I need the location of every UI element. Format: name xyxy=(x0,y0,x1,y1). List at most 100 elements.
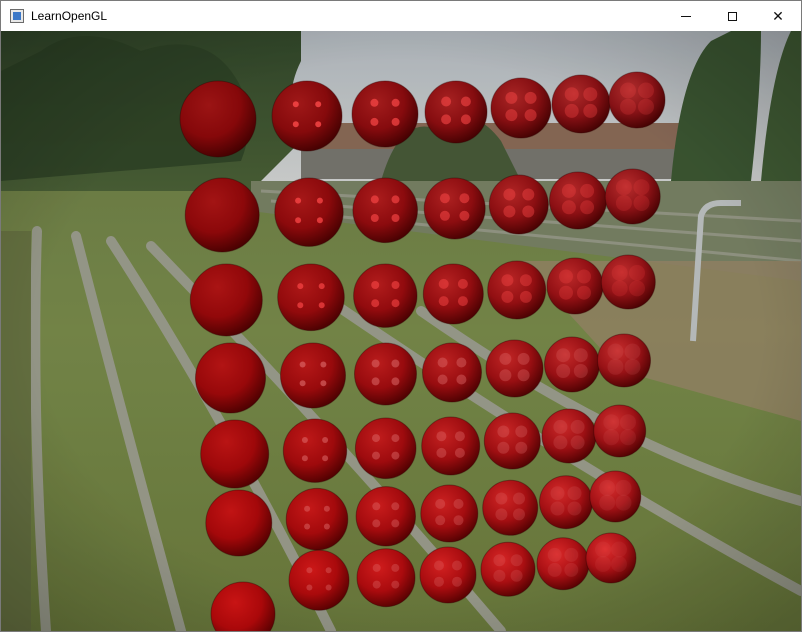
specular-highlight xyxy=(436,431,447,442)
specular-highlight xyxy=(391,377,400,386)
pbr-sphere xyxy=(288,549,350,611)
specular-highlight xyxy=(615,479,632,496)
pbr-sphere xyxy=(490,77,552,139)
specular-highlight xyxy=(301,455,308,462)
specular-highlight xyxy=(505,109,518,122)
pbr-sphere xyxy=(424,80,488,144)
specular-highlight xyxy=(564,87,579,102)
specular-highlight xyxy=(453,515,464,526)
specular-highlight xyxy=(611,280,628,297)
specular-highlight xyxy=(460,96,471,107)
pbr-sphere xyxy=(604,168,661,225)
specular-highlight xyxy=(315,101,322,108)
pbr-sphere xyxy=(423,177,486,240)
specular-highlight xyxy=(564,103,579,118)
specular-highlight xyxy=(391,434,400,443)
close-button[interactable]: ✕ xyxy=(755,1,801,31)
title-bar[interactable]: LearnOpenGL ✕ xyxy=(1,1,801,31)
pbr-sphere xyxy=(351,80,419,148)
pbr-sphere xyxy=(483,412,541,470)
pbr-sphere xyxy=(271,80,343,152)
specular-highlight xyxy=(620,98,636,115)
pbr-sphere xyxy=(546,257,604,315)
pbr-sphere xyxy=(544,336,600,393)
specular-highlight xyxy=(499,352,512,365)
specular-highlight xyxy=(607,343,624,360)
specular-highlight xyxy=(620,82,636,99)
specular-highlight xyxy=(524,91,537,104)
pbr-sphere xyxy=(352,177,419,244)
specular-highlight xyxy=(547,562,562,577)
specular-highlight xyxy=(556,348,571,363)
specular-highlight xyxy=(456,357,467,368)
specular-highlight xyxy=(295,217,302,224)
pbr-sphere xyxy=(280,342,346,409)
pbr-sphere xyxy=(593,404,647,458)
specular-highlight xyxy=(547,547,562,562)
specular-highlight xyxy=(638,98,654,115)
pbr-sphere xyxy=(608,71,666,129)
specular-highlight xyxy=(611,541,627,558)
maximize-button[interactable] xyxy=(709,1,755,31)
specular-highlight xyxy=(564,562,579,577)
specular-highlight xyxy=(391,98,400,107)
specular-highlight xyxy=(615,494,632,511)
specular-highlight xyxy=(318,302,325,309)
specular-highlight xyxy=(299,361,306,368)
app-window: LearnOpenGL ✕ xyxy=(0,0,802,632)
specular-highlight xyxy=(459,210,470,221)
specular-highlight xyxy=(573,348,588,363)
specular-highlight xyxy=(441,114,452,125)
specular-highlight xyxy=(318,283,325,290)
specular-highlight xyxy=(316,217,323,224)
specular-highlight xyxy=(615,179,632,196)
specular-highlight xyxy=(316,197,323,204)
specular-highlight xyxy=(615,195,632,211)
specular-highlight xyxy=(633,195,650,211)
specular-highlight xyxy=(493,569,506,582)
specular-highlight xyxy=(561,183,576,198)
specular-highlight xyxy=(513,492,525,505)
specular-highlight xyxy=(438,296,449,307)
pbr-sphere xyxy=(195,342,266,414)
specular-highlight xyxy=(452,576,462,587)
maximize-icon xyxy=(727,11,737,21)
specular-highlight xyxy=(372,563,381,572)
specular-highlight xyxy=(297,302,304,309)
specular-highlight xyxy=(633,179,650,196)
specular-highlight xyxy=(505,91,518,104)
specular-highlight xyxy=(567,501,582,516)
specular-highlight xyxy=(580,183,595,198)
specular-highlight xyxy=(441,96,452,107)
pbr-sphere xyxy=(354,342,417,406)
specular-highlight xyxy=(620,414,636,431)
pbr-sphere xyxy=(285,487,349,551)
pbr-sphere xyxy=(274,177,344,247)
specular-highlight xyxy=(292,121,299,128)
specular-highlight xyxy=(629,280,645,297)
pbr-sphere xyxy=(419,546,477,604)
pbr-sphere xyxy=(356,548,416,608)
pbr-sphere xyxy=(487,260,547,320)
specular-highlight xyxy=(391,563,400,572)
specular-highlight xyxy=(570,435,585,450)
opengl-viewport[interactable] xyxy=(1,31,801,631)
pbr-sphere xyxy=(482,479,539,536)
specular-highlight xyxy=(517,352,530,365)
specular-highlight xyxy=(457,278,468,289)
pbr-sphere xyxy=(422,342,482,403)
pbr-sphere xyxy=(355,486,416,547)
specular-highlight xyxy=(304,523,311,530)
pbr-sphere xyxy=(353,263,418,328)
specular-highlight xyxy=(315,121,322,128)
specular-highlight xyxy=(497,425,510,438)
specular-highlight xyxy=(320,380,327,387)
specular-highlight xyxy=(297,283,304,290)
specular-highlight xyxy=(599,479,616,496)
specular-highlight xyxy=(573,364,588,378)
minimize-button[interactable] xyxy=(663,1,709,31)
pbr-sphere xyxy=(421,416,481,476)
pbr-sphere xyxy=(589,470,642,523)
pbr-sphere xyxy=(539,475,593,530)
specular-highlight xyxy=(370,117,379,126)
